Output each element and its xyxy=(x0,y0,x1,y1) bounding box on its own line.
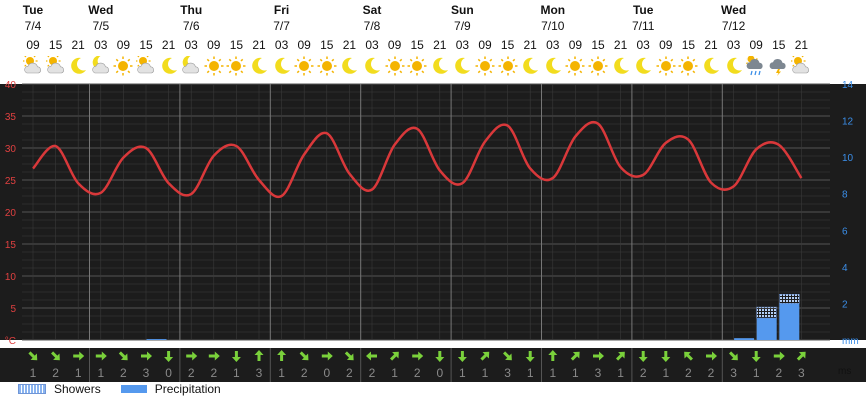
wind-speed-label: 1 xyxy=(459,366,466,380)
wind-speed-label: 2 xyxy=(210,366,217,380)
wind-speed-label: 1 xyxy=(30,366,37,380)
wind-speed-label: 1 xyxy=(617,366,624,380)
showers-bar xyxy=(756,306,777,319)
wind-speed-label: 2 xyxy=(301,366,308,380)
wind-speed-label: 2 xyxy=(188,366,195,380)
legend-precipitation[interactable]: Precipitation xyxy=(120,382,221,396)
wind-speed-label: 1 xyxy=(572,366,579,380)
wind-speed-label: 3 xyxy=(798,366,805,380)
y-tick-left: 10 xyxy=(5,272,17,283)
y-tick-right: 2 xyxy=(842,299,848,310)
y-tick-left: 35 xyxy=(5,112,17,123)
precipitation-bar xyxy=(734,338,755,340)
wind-speed-label: 1 xyxy=(97,366,104,380)
wind-speed-label: 2 xyxy=(346,366,353,380)
legend-precipitation-label: Precipitation xyxy=(154,382,221,396)
wind-speed-label: 3 xyxy=(730,366,737,380)
wind-speed-label: 1 xyxy=(549,366,556,380)
wind-speed-label: 2 xyxy=(685,366,692,380)
wind-speed-label: 1 xyxy=(527,366,534,380)
wind-speed-label: 1 xyxy=(233,366,240,380)
legend-showers-label: Showers xyxy=(54,382,101,396)
wind-speed-label: 3 xyxy=(143,366,150,380)
wind-speed-label: 1 xyxy=(391,366,398,380)
y-tick-left: 25 xyxy=(5,176,17,187)
y-tick-right: 14 xyxy=(842,80,854,91)
showers-swatch xyxy=(18,384,46,394)
wind-speed-label: 2 xyxy=(708,366,715,380)
y-tick-right: 12 xyxy=(842,117,854,128)
precipitation-bar xyxy=(146,339,167,340)
wind-speed-label: 2 xyxy=(775,366,782,380)
wind-unit-label: ms xyxy=(838,366,851,377)
wind-speed-label: 2 xyxy=(52,366,59,380)
wind-speed-label: 2 xyxy=(640,366,647,380)
precipitation-swatch xyxy=(120,385,147,393)
wind-speed-label: 3 xyxy=(256,366,263,380)
wind-speed-label: 2 xyxy=(414,366,421,380)
y-tick-right: 10 xyxy=(842,153,854,164)
chart-legend: Showers Precipitation xyxy=(18,382,241,396)
y-tick-left: 5 xyxy=(10,304,16,315)
wind-speed-label: 2 xyxy=(369,366,376,380)
y-tick-left: 20 xyxy=(5,208,17,219)
y-tick-left: 15 xyxy=(5,240,17,251)
wind-speed-label: 0 xyxy=(165,366,172,380)
y-tick-right: 6 xyxy=(842,226,848,237)
wind-speed-label: 1 xyxy=(482,366,489,380)
wind-speed-label: 1 xyxy=(75,366,82,380)
wind-speed-label: 0 xyxy=(436,366,443,380)
y-tick-left: 40 xyxy=(5,80,17,91)
y-tick-right: mm xyxy=(842,336,859,347)
wind-speed-label: 1 xyxy=(753,366,760,380)
wind-speed-label: 2 xyxy=(120,366,127,380)
wind-speed-label: 1 xyxy=(662,366,669,380)
wind-speed-label: 3 xyxy=(595,366,602,380)
precipitation-bar xyxy=(779,303,800,340)
wind-speed-label: 3 xyxy=(504,366,511,380)
precipitation-bar xyxy=(756,318,777,340)
wind-speed-label: 0 xyxy=(323,366,330,380)
y-tick-left: °C xyxy=(5,336,16,347)
showers-bar xyxy=(779,294,800,304)
y-tick-right: 4 xyxy=(842,263,848,274)
forecast-chart: °C510152025303540mm24681012141 2 1 1 2 3 0 2 2 1 3… xyxy=(0,80,866,382)
y-tick-right: 8 xyxy=(842,190,848,201)
y-tick-left: 30 xyxy=(5,144,17,155)
legend-showers[interactable]: Showers xyxy=(18,382,101,396)
wind-speed-label: 1 xyxy=(278,366,285,380)
